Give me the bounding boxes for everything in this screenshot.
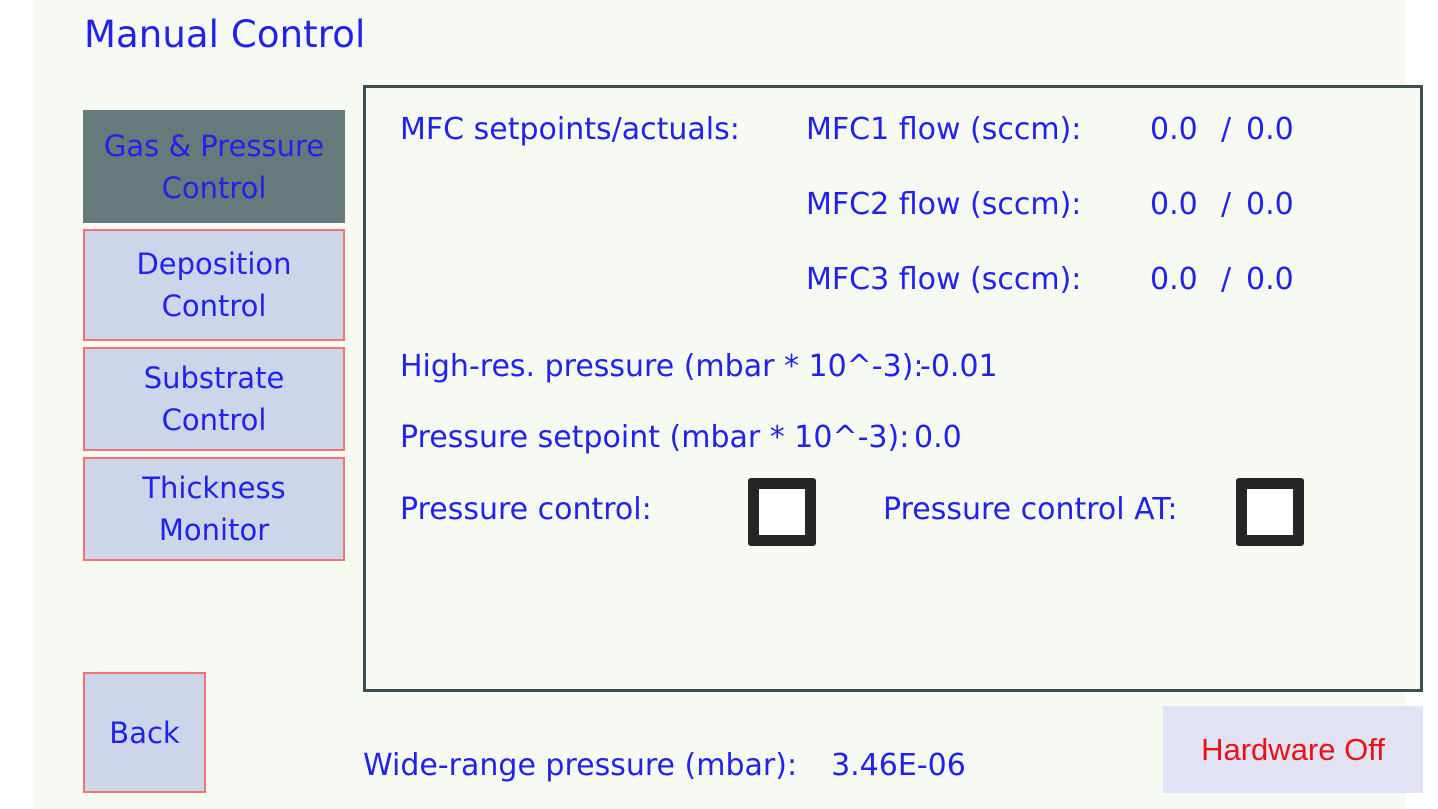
mfc2-separator: /: [1221, 187, 1232, 222]
hardware-status-button[interactable]: Hardware Off: [1163, 706, 1423, 793]
pressure-setpoint-value[interactable]: 0.0: [914, 420, 962, 456]
manual-control-screen: Manual Control Gas & Pressure Control De…: [0, 0, 1438, 809]
mfc2-setpoint-value: 0.0: [1150, 187, 1198, 222]
sidebar-item-label: Thickness Monitor: [142, 471, 286, 547]
sidebar-item-label: Gas & Pressure Control: [103, 128, 325, 205]
high-res-pressure-label: High-res. pressure (mbar * 10^-3):: [400, 349, 924, 384]
mfc2-flow-label: MFC2 flow (sccm):: [806, 187, 1082, 222]
sidebar-item-substrate-control[interactable]: Substrate Control: [83, 347, 345, 451]
mfc3-setpoint-value: 0.0: [1150, 262, 1198, 297]
sidebar-item-gas-and-pressure-control[interactable]: Gas & Pressure Control: [83, 110, 345, 223]
page-title: Manual Control: [84, 13, 366, 56]
back-button-label: Back: [109, 715, 180, 750]
mfc3-separator: /: [1221, 262, 1232, 297]
mfc1-actual-value: 0.0: [1246, 112, 1294, 147]
back-button[interactable]: Back: [83, 672, 206, 793]
app-surface: Manual Control Gas & Pressure Control De…: [33, 0, 1423, 809]
gas-and-pressure-control-panel: MFC setpoints/actuals: MFC1 flow (sccm):…: [363, 85, 1423, 692]
mfc3-flow-label: MFC3 flow (sccm):: [806, 262, 1082, 297]
wide-range-pressure-label: Wide-range pressure (mbar):: [363, 748, 798, 783]
sidebar-item-label: Deposition Control: [136, 247, 292, 323]
pressure-control-at-checkbox[interactable]: [1236, 478, 1304, 546]
hardware-status-label: Hardware Off: [1201, 731, 1385, 767]
sidebar: Gas & Pressure Control Deposition Contro…: [83, 110, 345, 567]
sidebar-item-label: Substrate Control: [143, 361, 285, 437]
mfc1-separator: /: [1221, 112, 1232, 147]
wide-range-pressure-value: 3.46E-06: [831, 748, 966, 783]
wide-range-pressure-readout: Wide-range pressure (mbar): 3.46E-06: [363, 748, 966, 784]
pressure-control-at-label: Pressure control AT:: [883, 492, 1178, 527]
mfc2-actual-value: 0.0: [1246, 187, 1294, 222]
pressure-control-label: Pressure control:: [400, 492, 652, 527]
pressure-control-checkbox[interactable]: [748, 478, 816, 546]
pressure-setpoint-label: Pressure setpoint (mbar * 10^-3):: [400, 420, 910, 455]
high-res-pressure-value: -0.01: [920, 349, 998, 384]
mfc3-actual-value: 0.0: [1246, 262, 1294, 297]
sidebar-item-deposition-control[interactable]: Deposition Control: [83, 229, 345, 341]
mfc-setpoints-actuals-heading: MFC setpoints/actuals:: [400, 112, 740, 147]
sidebar-item-thickness-monitor[interactable]: Thickness Monitor: [83, 457, 345, 561]
mfc1-flow-label: MFC1 flow (sccm):: [806, 112, 1082, 147]
mfc1-setpoint-value: 0.0: [1150, 112, 1198, 147]
